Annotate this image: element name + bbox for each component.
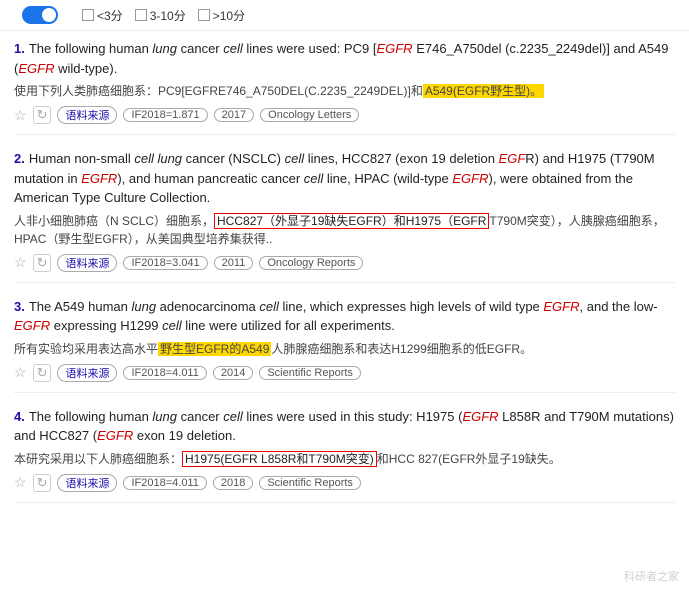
zh-text: 人肺腺癌细胞系和表达H1299细胞系的低EGFR。 xyxy=(271,342,532,356)
en-text: line were utilized for all experiments. xyxy=(182,318,395,333)
year-tag-1: 2017 xyxy=(214,108,254,122)
filter-3to10[interactable]: 3-10分 xyxy=(135,7,186,24)
star-icon-1[interactable]: ☆ xyxy=(14,107,27,124)
toggle-knob xyxy=(42,8,56,22)
zh-text: 使用下列人类肺癌细胞系：PC9[EGFRE746_A750DEL(C.2235_… xyxy=(14,84,423,98)
en-text: lines were used: PC9 [ xyxy=(243,41,377,56)
en-text: line, which expresses high levels of wil… xyxy=(279,299,543,314)
en-text: ), and human pancreatic cancer xyxy=(117,171,303,186)
en-text: lines were used in this study: H1975 ( xyxy=(243,409,463,424)
filter-lt3[interactable]: <3分 xyxy=(82,7,123,24)
en-text: lines, HCC827 (exon 19 deletion xyxy=(304,151,498,166)
en-italic-red: EGFR xyxy=(81,171,117,186)
source-tag-2[interactable]: 语料来源 xyxy=(57,254,117,272)
journal-tag-4: Scientific Reports xyxy=(259,476,361,490)
en-text: line, HPAC (wild-type xyxy=(323,171,452,186)
year-tag-4: 2018 xyxy=(213,476,253,490)
en-text: , and the low- xyxy=(580,299,658,314)
zh-text: 人非小细胞肺癌（N SCLC）细胞系， xyxy=(14,214,214,228)
en-text: cancer xyxy=(177,41,223,56)
result-item-3: 3. The A549 human lung adenocarcinoma cel… xyxy=(14,297,675,393)
top-bar: <3分 3-10分 >10分 xyxy=(0,0,689,31)
result-num-2: 2. xyxy=(14,151,25,166)
en-text: The following human xyxy=(29,41,153,56)
results-content: 1. The following human lung cancer cell l… xyxy=(0,31,689,525)
zh-text: 和HCC 827(EGFR外显子19缺失。 xyxy=(377,452,561,466)
en-italic: lung xyxy=(152,41,177,56)
result-num-3: 3. xyxy=(14,299,25,314)
zh-highlight-red: HCC827（外显子19缺失EGFR）和H1975（EGFR xyxy=(214,213,489,229)
refresh-icon-4[interactable]: ↻ xyxy=(33,474,52,492)
en-italic: cell xyxy=(285,151,305,166)
year-tag-2: 2011 xyxy=(214,256,254,270)
if-tag-1: IF2018=1.871 xyxy=(123,108,207,122)
meta-row-2: ☆ ↻ 语料来源 IF2018=3.041 2011 Oncology Repo… xyxy=(14,254,675,272)
zh-highlight-yellow: 野生型EGFR的A549 xyxy=(158,342,271,356)
en-italic-red: EGFR xyxy=(376,41,412,56)
source-tag-1[interactable]: 语料来源 xyxy=(57,106,117,124)
en-italic-red: EGFR xyxy=(97,428,133,443)
filter-gt10-label: >10分 xyxy=(213,7,245,24)
filter-lt3-label: <3分 xyxy=(97,7,123,24)
en-italic: cell lung xyxy=(134,151,182,166)
filter-3to10-label: 3-10分 xyxy=(150,7,186,24)
en-italic-red: EGF xyxy=(499,151,526,166)
zh-highlight-red: H1975(EGFR L858R和T790M突变) xyxy=(182,451,377,467)
checkbox-3to10[interactable] xyxy=(135,9,147,21)
source-tag-4[interactable]: 语料来源 xyxy=(57,474,117,492)
checkbox-gt10[interactable] xyxy=(198,9,210,21)
en-text: The following human xyxy=(29,409,153,424)
checkbox-lt3[interactable] xyxy=(82,9,94,21)
zh-text: 本研究采用以下人肺癌细胞系： xyxy=(14,452,182,466)
refresh-icon-2[interactable]: ↻ xyxy=(33,254,52,272)
en-italic-red: EGFR xyxy=(18,61,54,76)
en-italic: cell xyxy=(304,171,324,186)
en-text: adenocarcinoma xyxy=(156,299,259,314)
filter-gt10[interactable]: >10分 xyxy=(198,7,245,24)
result-item-1: 1. The following human lung cancer cell l… xyxy=(14,39,675,135)
en-italic: lung xyxy=(131,299,156,314)
result-item-2: 2. Human non-small cell lung cancer (NSCL… xyxy=(14,149,675,283)
result-item-4: 4. The following human lung cancer cell l… xyxy=(14,407,675,503)
if-tag-4: IF2018=4.011 xyxy=(123,476,206,490)
meta-row-3: ☆ ↻ 语料来源 IF2018=4.011 2014 Scientific Re… xyxy=(14,364,675,382)
en-italic: lung xyxy=(152,409,177,424)
en-italic: cell xyxy=(259,299,279,314)
meta-row-1: ☆ ↻ 语料来源 IF2018=1.871 2017 Oncology Lett… xyxy=(14,106,675,124)
if-tag-2: IF2018=3.041 xyxy=(123,256,207,270)
en-text: expressing H1299 xyxy=(50,318,162,333)
meta-row-4: ☆ ↻ 语料来源 IF2018=4.011 2018 Scientific Re… xyxy=(14,474,675,492)
journal-tag-3: Scientific Reports xyxy=(259,366,361,380)
zh-highlight-yellow: A549(EGFR野生型)。 xyxy=(423,84,544,98)
year-tag-3: 2014 xyxy=(213,366,253,380)
en-text: exon 19 deletion. xyxy=(133,428,236,443)
watermark: 科研者之家 xyxy=(624,568,679,584)
result-num-4: 4. xyxy=(14,409,25,424)
en-text: cancer xyxy=(177,409,223,424)
en-italic: cell xyxy=(162,318,182,333)
en-text: The A549 human xyxy=(29,299,132,314)
star-icon-2[interactable]: ☆ xyxy=(14,254,27,271)
if-tag-3: IF2018=4.011 xyxy=(123,366,206,380)
star-icon-3[interactable]: ☆ xyxy=(14,364,27,381)
refresh-icon-1[interactable]: ↻ xyxy=(33,106,52,124)
en-text: cancer (NSCLC) xyxy=(182,151,285,166)
en-italic-red: EGFR xyxy=(543,299,579,314)
en-italic-red: EGFR xyxy=(14,318,50,333)
zh-text: 所有实验均采用表达高水平 xyxy=(14,342,158,356)
en-text: Human non-small xyxy=(29,151,135,166)
en-text: wild-type). xyxy=(54,61,117,76)
journal-tag-2: Oncology Reports xyxy=(259,256,363,270)
source-tag-3[interactable]: 语料来源 xyxy=(57,364,117,382)
journal-tag-1: Oncology Letters xyxy=(260,108,359,122)
refresh-icon-3[interactable]: ↻ xyxy=(33,364,52,382)
star-icon-4[interactable]: ☆ xyxy=(14,474,27,491)
en-italic-red: EGFR xyxy=(462,409,498,424)
en-italic: cell xyxy=(223,41,243,56)
en-italic: cell xyxy=(223,409,243,424)
en-italic-red: EGFR xyxy=(452,171,488,186)
result-num-1: 1. xyxy=(14,41,25,56)
translate-toggle[interactable] xyxy=(22,6,58,24)
